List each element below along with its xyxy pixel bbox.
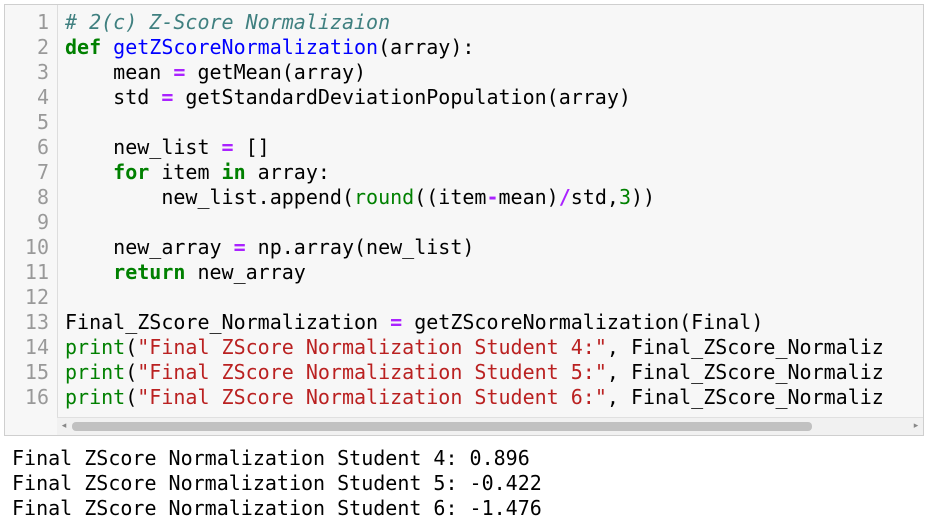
string-literal: "Final ZScore Normalization Student 6:"	[137, 385, 607, 409]
line-number: 16	[24, 385, 49, 409]
line-number: 9	[36, 210, 49, 234]
scroll-left-icon[interactable]: ◂	[57, 418, 71, 435]
code-cell[interactable]: 1 2 3 4 5 6 7 8 9 10 11 12 13 14 15 16 #…	[4, 4, 924, 436]
code-line: print("Final ZScore Normalization Studen…	[65, 385, 884, 410]
code-text: new_array	[185, 260, 306, 284]
line-number: 5	[36, 110, 49, 134]
code-line: Final_ZScore_Normalization = getZScoreNo…	[65, 310, 763, 335]
keyword-def: def	[65, 35, 102, 59]
operator: =	[161, 85, 174, 109]
code-line: return new_array	[65, 260, 306, 285]
string-literal: "Final ZScore Normalization Student 4:"	[137, 335, 607, 359]
builtin-round: round	[353, 185, 415, 209]
code-text: std	[65, 85, 162, 109]
code-text: new_array	[65, 235, 234, 259]
code-line: # 2(c) Z-Score Normalizaion	[65, 10, 390, 35]
operator: /	[558, 185, 571, 209]
line-number: 1	[36, 10, 49, 34]
line-number: 8	[36, 185, 49, 209]
string-literal: "Final ZScore Normalization Student 5:"	[137, 360, 607, 384]
scroll-right-icon[interactable]: ▸	[909, 418, 923, 435]
code-text: np.array(new_list)	[245, 235, 475, 259]
operator: =	[221, 135, 234, 159]
code-text: , Final_ZScore_Normaliz	[606, 385, 884, 409]
code-line: print("Final ZScore Normalization Studen…	[65, 360, 884, 385]
operator: =	[390, 310, 403, 334]
output-line: Final ZScore Normalization Student 4: 0.…	[12, 446, 530, 470]
code-line: mean = getMean(array)	[65, 60, 366, 85]
output-line: Final ZScore Normalization Student 6: -1…	[12, 496, 542, 520]
keyword-for: for	[113, 160, 150, 184]
code-text: mean)	[498, 185, 559, 209]
line-number: 12	[24, 285, 49, 309]
function-name: getZScoreNormalization	[113, 35, 379, 59]
line-number: 11	[24, 260, 49, 284]
line-number: 14	[24, 335, 49, 359]
code-text: (	[125, 335, 138, 359]
code-text: std,	[570, 185, 619, 209]
builtin-print: print	[65, 335, 126, 359]
code-text: (array):	[378, 35, 475, 59]
line-number: 4	[36, 85, 49, 109]
cell-output: Final ZScore Normalization Student 4: 0.…	[12, 446, 542, 521]
line-number: 3	[36, 60, 49, 84]
code-line: new_array = np.array(new_list)	[65, 235, 474, 260]
code-text: new_list	[65, 135, 222, 159]
line-number: 13	[24, 310, 49, 334]
number-literal: 3	[618, 185, 631, 209]
code-line: std = getStandardDeviationPopulation(arr…	[65, 85, 631, 110]
builtin-print: print	[65, 385, 126, 409]
line-number: 2	[36, 35, 49, 59]
code-text: getZScoreNormalization(Final)	[402, 310, 764, 334]
operator: =	[173, 60, 186, 84]
scrollbar-thumb[interactable]	[72, 422, 812, 431]
code-line: new_list.append(round((item-mean)/std,3)…	[65, 185, 655, 210]
code-text: Final_ZScore_Normalization	[65, 310, 391, 334]
line-number: 10	[24, 235, 49, 259]
builtin-print: print	[65, 360, 126, 384]
code-text: (	[125, 360, 138, 384]
code-text: , Final_ZScore_Normaliz	[606, 335, 884, 359]
line-number: 7	[36, 160, 49, 184]
output-line: Final ZScore Normalization Student 5: -0…	[12, 471, 542, 495]
code-text: , Final_ZScore_Normaliz	[606, 360, 884, 384]
code-text: mean	[65, 60, 174, 84]
operator: -	[486, 185, 499, 209]
code-text: getMean(array)	[185, 60, 367, 84]
horizontal-scrollbar[interactable]: ◂ ▸	[57, 417, 923, 435]
code-line: def getZScoreNormalization(array):	[65, 35, 474, 60]
code-text: item	[149, 160, 222, 184]
code-text: ((item	[414, 185, 487, 209]
operator: =	[233, 235, 246, 259]
keyword-in: in	[221, 160, 246, 184]
line-number: 15	[24, 360, 49, 384]
keyword-return: return	[113, 260, 186, 284]
line-number: 6	[36, 135, 49, 159]
code-comment: # 2(c) Z-Score Normalizaion	[65, 10, 391, 34]
code-text: getStandardDeviationPopulation(array)	[173, 85, 631, 109]
line-number-gutter: 1 2 3 4 5 6 7 8 9 10 11 12 13 14 15 16	[5, 5, 58, 435]
code-text: ))	[630, 185, 656, 209]
code-line: print("Final ZScore Normalization Studen…	[65, 335, 884, 360]
code-text: new_list.append(	[65, 185, 354, 209]
code-line: new_list = []	[65, 135, 270, 160]
code-text: []	[233, 135, 270, 159]
code-text: array:	[245, 160, 330, 184]
code-line: for item in array:	[65, 160, 330, 185]
code-text: (	[125, 385, 138, 409]
